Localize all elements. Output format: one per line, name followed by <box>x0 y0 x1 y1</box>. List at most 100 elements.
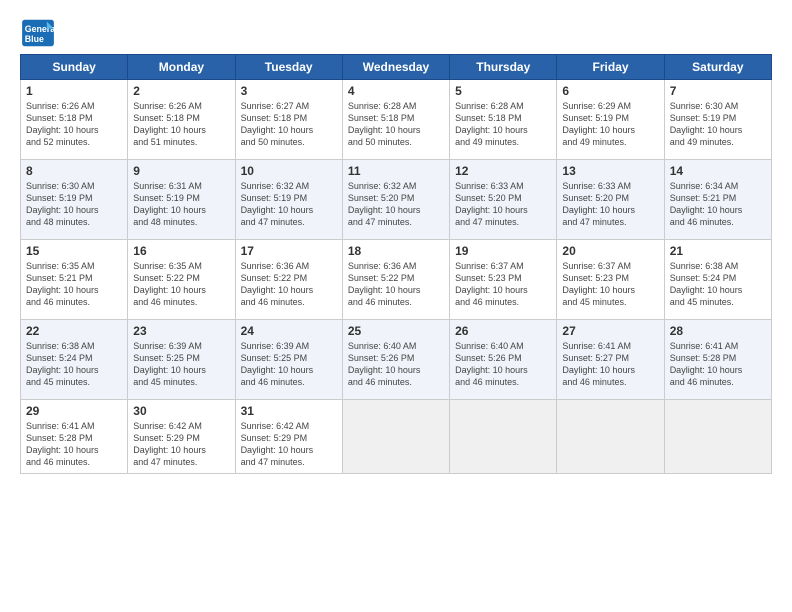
calendar-cell: 5 Sunrise: 6:28 AM Sunset: 5:18 PM Daylig… <box>450 80 557 160</box>
day-info: Sunrise: 6:38 AM Sunset: 5:24 PM Dayligh… <box>26 340 122 389</box>
calendar-header-monday: Monday <box>128 55 235 80</box>
day-info: Sunrise: 6:35 AM Sunset: 5:22 PM Dayligh… <box>133 260 229 309</box>
day-info: Sunrise: 6:42 AM Sunset: 5:29 PM Dayligh… <box>133 420 229 469</box>
day-number: 12 <box>455 164 551 178</box>
day-number: 8 <box>26 164 122 178</box>
day-number: 10 <box>241 164 337 178</box>
day-number: 23 <box>133 324 229 338</box>
day-number: 3 <box>241 84 337 98</box>
day-number: 2 <box>133 84 229 98</box>
calendar-cell: 27 Sunrise: 6:41 AM Sunset: 5:27 PM Dayli… <box>557 320 664 400</box>
calendar-cell <box>450 400 557 474</box>
day-info: Sunrise: 6:26 AM Sunset: 5:18 PM Dayligh… <box>26 100 122 149</box>
calendar-cell: 23 Sunrise: 6:39 AM Sunset: 5:25 PM Dayli… <box>128 320 235 400</box>
day-info: Sunrise: 6:36 AM Sunset: 5:22 PM Dayligh… <box>241 260 337 309</box>
svg-text:General: General <box>25 24 56 34</box>
logo: General Blue <box>20 18 60 48</box>
calendar-cell: 30Sunrise: 6:42 AM Sunset: 5:29 PM Dayli… <box>128 400 235 474</box>
calendar-cell <box>342 400 449 474</box>
day-info: Sunrise: 6:30 AM Sunset: 5:19 PM Dayligh… <box>670 100 766 149</box>
calendar-cell: 15 Sunrise: 6:35 AM Sunset: 5:21 PM Dayli… <box>21 240 128 320</box>
calendar-cell: 16 Sunrise: 6:35 AM Sunset: 5:22 PM Dayli… <box>128 240 235 320</box>
calendar-week-row: 8 Sunrise: 6:30 AM Sunset: 5:19 PM Daylig… <box>21 160 772 240</box>
day-info: Sunrise: 6:26 AM Sunset: 5:18 PM Dayligh… <box>133 100 229 149</box>
calendar-week-row: 29 Sunrise: 6:41 AM Sunset: 5:28 PM Dayli… <box>21 400 772 474</box>
day-info: Sunrise: 6:40 AM Sunset: 5:26 PM Dayligh… <box>348 340 444 389</box>
calendar-cell: 8 Sunrise: 6:30 AM Sunset: 5:19 PM Daylig… <box>21 160 128 240</box>
day-number: 11 <box>348 164 444 178</box>
calendar-cell: 21 Sunrise: 6:38 AM Sunset: 5:24 PM Dayli… <box>664 240 771 320</box>
day-number: 24 <box>241 324 337 338</box>
calendar-week-row: 15 Sunrise: 6:35 AM Sunset: 5:21 PM Dayli… <box>21 240 772 320</box>
day-number: 22 <box>26 324 122 338</box>
day-number: 31 <box>241 404 337 418</box>
day-number: 7 <box>670 84 766 98</box>
day-info: Sunrise: 6:39 AM Sunset: 5:25 PM Dayligh… <box>133 340 229 389</box>
calendar-table: SundayMondayTuesdayWednesdayThursdayFrid… <box>20 54 772 474</box>
calendar-cell: 7 Sunrise: 6:30 AM Sunset: 5:19 PM Daylig… <box>664 80 771 160</box>
day-number: 4 <box>348 84 444 98</box>
day-number: 9 <box>133 164 229 178</box>
day-info: Sunrise: 6:40 AM Sunset: 5:26 PM Dayligh… <box>455 340 551 389</box>
day-info: Sunrise: 6:35 AM Sunset: 5:21 PM Dayligh… <box>26 260 122 309</box>
day-info: Sunrise: 6:37 AM Sunset: 5:23 PM Dayligh… <box>455 260 551 309</box>
calendar-cell: 20Sunrise: 6:37 AM Sunset: 5:23 PM Dayli… <box>557 240 664 320</box>
day-number: 25 <box>348 324 444 338</box>
day-number: 21 <box>670 244 766 258</box>
calendar-header-tuesday: Tuesday <box>235 55 342 80</box>
calendar-week-row: 22 Sunrise: 6:38 AM Sunset: 5:24 PM Dayli… <box>21 320 772 400</box>
day-info: Sunrise: 6:41 AM Sunset: 5:28 PM Dayligh… <box>670 340 766 389</box>
svg-text:Blue: Blue <box>25 34 44 44</box>
day-info: Sunrise: 6:41 AM Sunset: 5:27 PM Dayligh… <box>562 340 658 389</box>
calendar-cell: 4 Sunrise: 6:28 AM Sunset: 5:18 PM Daylig… <box>342 80 449 160</box>
calendar-header-wednesday: Wednesday <box>342 55 449 80</box>
day-number: 27 <box>562 324 658 338</box>
calendar-cell: 17 Sunrise: 6:36 AM Sunset: 5:22 PM Dayli… <box>235 240 342 320</box>
calendar-week-row: 1 Sunrise: 6:26 AM Sunset: 5:18 PM Daylig… <box>21 80 772 160</box>
day-number: 15 <box>26 244 122 258</box>
day-number: 1 <box>26 84 122 98</box>
day-info: Sunrise: 6:41 AM Sunset: 5:28 PM Dayligh… <box>26 420 122 469</box>
day-info: Sunrise: 6:27 AM Sunset: 5:18 PM Dayligh… <box>241 100 337 149</box>
day-number: 5 <box>455 84 551 98</box>
calendar-header-saturday: Saturday <box>664 55 771 80</box>
day-info: Sunrise: 6:33 AM Sunset: 5:20 PM Dayligh… <box>562 180 658 229</box>
day-number: 18 <box>348 244 444 258</box>
calendar-cell: 26 Sunrise: 6:40 AM Sunset: 5:26 PM Dayli… <box>450 320 557 400</box>
day-info: Sunrise: 6:30 AM Sunset: 5:19 PM Dayligh… <box>26 180 122 229</box>
calendar-cell: 13 Sunrise: 6:33 AM Sunset: 5:20 PM Dayli… <box>557 160 664 240</box>
day-number: 17 <box>241 244 337 258</box>
calendar-header-thursday: Thursday <box>450 55 557 80</box>
calendar-cell: 25 Sunrise: 6:40 AM Sunset: 5:26 PM Dayli… <box>342 320 449 400</box>
page-header: General Blue <box>20 18 772 48</box>
calendar-cell: 28Sunrise: 6:41 AM Sunset: 5:28 PM Dayli… <box>664 320 771 400</box>
calendar-cell: 29 Sunrise: 6:41 AM Sunset: 5:28 PM Dayli… <box>21 400 128 474</box>
day-info: Sunrise: 6:28 AM Sunset: 5:18 PM Dayligh… <box>455 100 551 149</box>
calendar-cell: 3 Sunrise: 6:27 AM Sunset: 5:18 PM Daylig… <box>235 80 342 160</box>
calendar-cell: 24 Sunrise: 6:39 AM Sunset: 5:25 PM Dayli… <box>235 320 342 400</box>
calendar-header-friday: Friday <box>557 55 664 80</box>
day-info: Sunrise: 6:28 AM Sunset: 5:18 PM Dayligh… <box>348 100 444 149</box>
day-info: Sunrise: 6:38 AM Sunset: 5:24 PM Dayligh… <box>670 260 766 309</box>
day-number: 13 <box>562 164 658 178</box>
day-number: 29 <box>26 404 122 418</box>
calendar-cell: 22 Sunrise: 6:38 AM Sunset: 5:24 PM Dayli… <box>21 320 128 400</box>
day-number: 16 <box>133 244 229 258</box>
calendar-cell <box>557 400 664 474</box>
day-info: Sunrise: 6:39 AM Sunset: 5:25 PM Dayligh… <box>241 340 337 389</box>
calendar-cell: 1 Sunrise: 6:26 AM Sunset: 5:18 PM Daylig… <box>21 80 128 160</box>
day-number: 20 <box>562 244 658 258</box>
day-info: Sunrise: 6:32 AM Sunset: 5:20 PM Dayligh… <box>348 180 444 229</box>
day-number: 26 <box>455 324 551 338</box>
day-info: Sunrise: 6:36 AM Sunset: 5:22 PM Dayligh… <box>348 260 444 309</box>
calendar-header-row: SundayMondayTuesdayWednesdayThursdayFrid… <box>21 55 772 80</box>
calendar-cell: 12Sunrise: 6:33 AM Sunset: 5:20 PM Dayli… <box>450 160 557 240</box>
day-number: 19 <box>455 244 551 258</box>
calendar-cell: 2 Sunrise: 6:26 AM Sunset: 5:18 PM Daylig… <box>128 80 235 160</box>
day-info: Sunrise: 6:31 AM Sunset: 5:19 PM Dayligh… <box>133 180 229 229</box>
calendar-cell: 18 Sunrise: 6:36 AM Sunset: 5:22 PM Dayli… <box>342 240 449 320</box>
calendar-cell: 14Sunrise: 6:34 AM Sunset: 5:21 PM Dayli… <box>664 160 771 240</box>
calendar-cell: 31Sunrise: 6:42 AM Sunset: 5:29 PM Dayli… <box>235 400 342 474</box>
calendar-header-sunday: Sunday <box>21 55 128 80</box>
calendar-cell: 11 Sunrise: 6:32 AM Sunset: 5:20 PM Dayli… <box>342 160 449 240</box>
